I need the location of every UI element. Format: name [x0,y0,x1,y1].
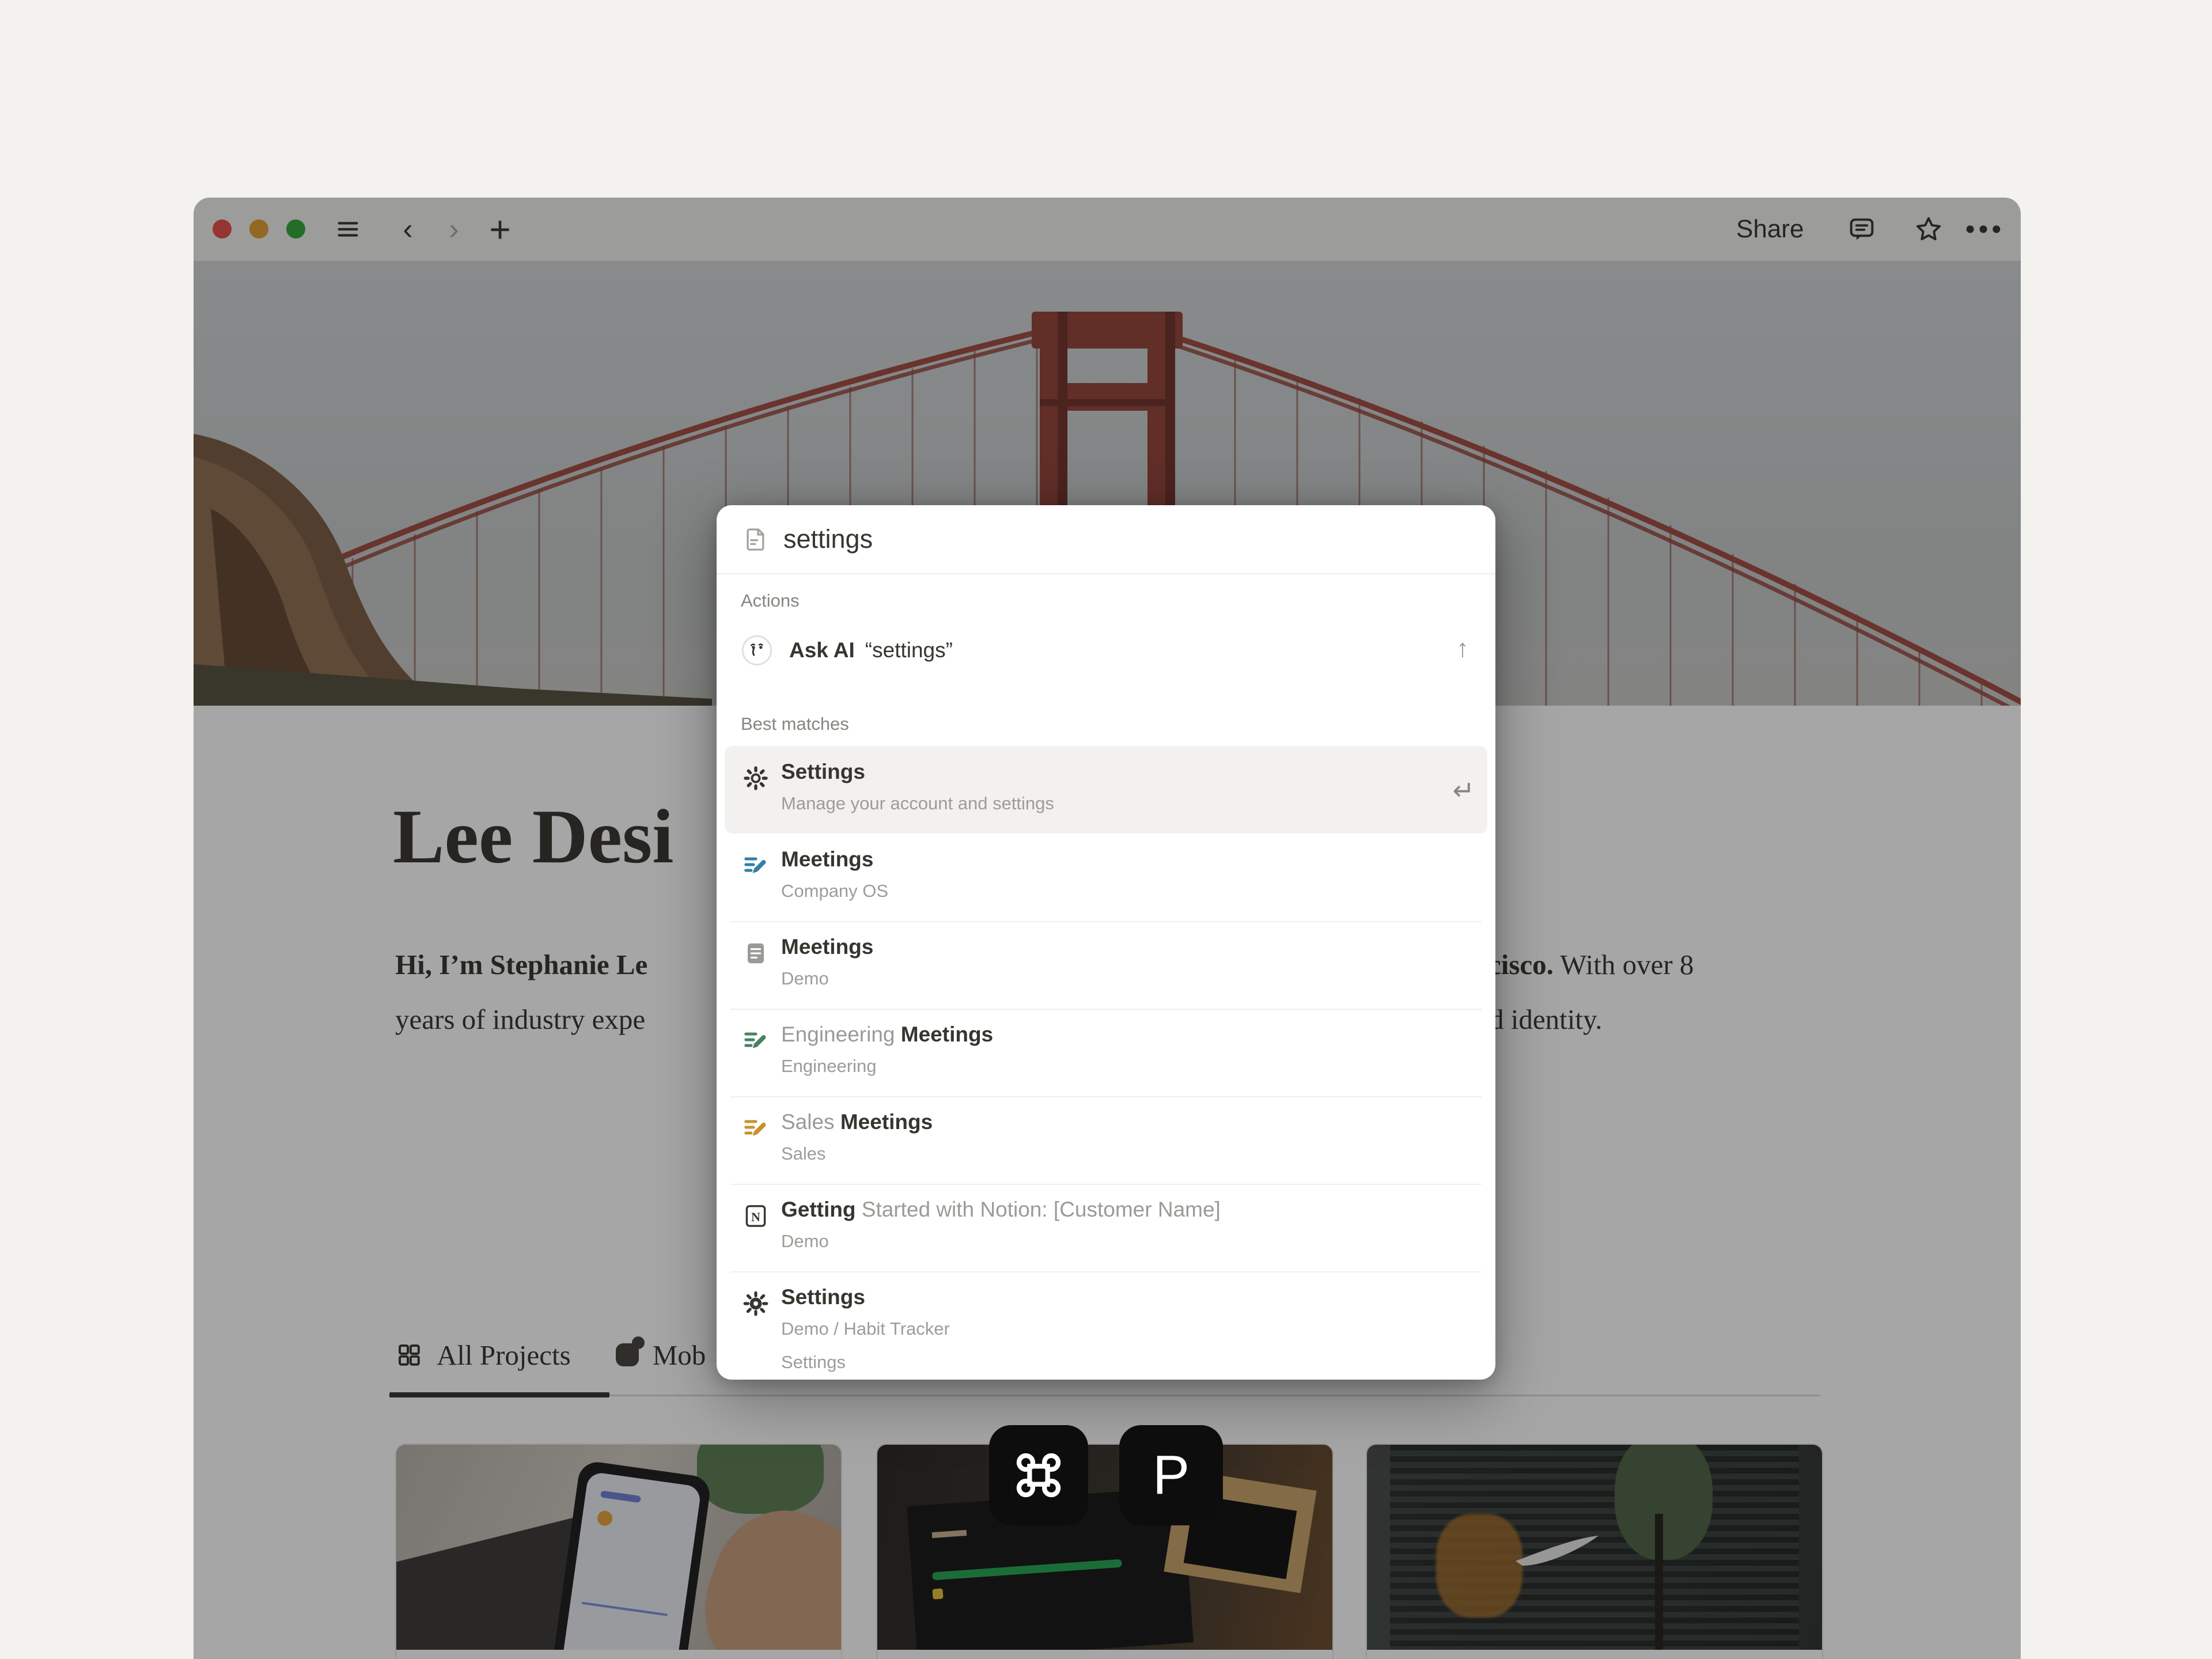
result-settings-habit-tracker[interactable]: Settings Demo / Habit Tracker Settings [717,1271,1495,1380]
arrow-up-icon: ↑ [1456,634,1469,663]
result-getting-started[interactable]: N Getting Started with Notion: [Customer… [717,1184,1495,1271]
svg-text:N: N [751,1210,760,1224]
meetings-list-icon [742,1027,770,1055]
keycap-p: P [1119,1425,1223,1525]
command-icon [1012,1449,1065,1502]
cog-icon [742,1290,770,1317]
page-search-icon [743,527,768,552]
ask-ai-row[interactable]: Ask AI “settings” [717,620,1495,680]
meetings-list-icon [742,1115,770,1142]
enter-key-icon: ↵ [1452,775,1475,806]
ask-ai-label: Ask AI [789,638,855,662]
result-engineering-meetings[interactable]: Engineering Meetings Engineering [717,1009,1495,1096]
search-bar [717,505,1495,573]
result-sales-meetings[interactable]: Sales Meetings Sales [717,1096,1495,1184]
section-label-best-matches: Best matches [741,714,849,734]
ask-ai-query: “settings” [865,638,953,662]
keycap-command [989,1425,1088,1525]
search-results: Settings Manage your account and setting… [717,746,1495,1380]
divider [717,573,1495,574]
result-meetings-companyos[interactable]: Meetings Company OS [717,834,1495,921]
result-settings[interactable]: Settings Manage your account and setting… [717,746,1495,834]
section-label-actions: Actions [741,590,800,611]
search-input[interactable] [783,524,1417,554]
notion-logo-icon: N [742,1202,770,1230]
result-meetings-demo[interactable]: Meetings Demo [717,921,1495,1009]
gear-icon [742,764,770,792]
meetings-list-icon [742,852,770,880]
notion-ai-face-icon [741,634,773,666]
document-icon [742,940,770,967]
search-modal: Actions Ask AI “settings” ↑ Best matches [717,505,1495,1380]
